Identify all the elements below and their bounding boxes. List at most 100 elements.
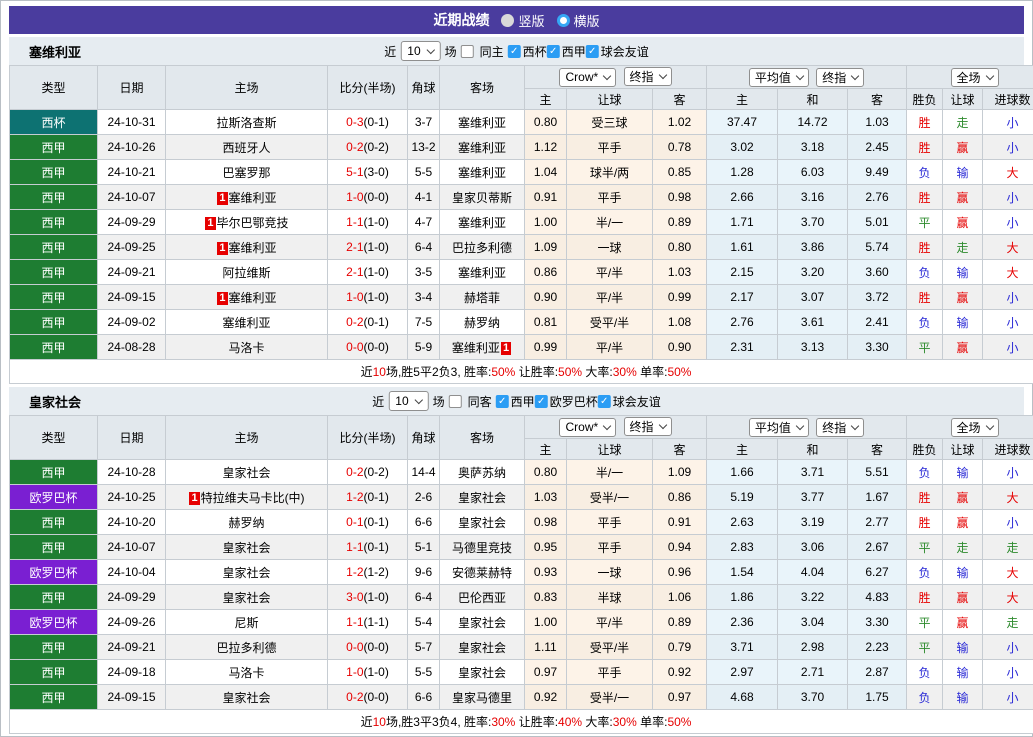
ah-line-cell: 半/一 xyxy=(566,459,653,485)
eu-home-odds-cell: 1.28 xyxy=(706,159,779,185)
away-team-link[interactable]: 巴伦西亚 xyxy=(458,591,506,605)
home-team-link[interactable]: 塞维利亚 xyxy=(222,316,270,330)
odds-time-select[interactable]: 终指 xyxy=(623,417,672,437)
home-team-link[interactable]: 西班牙人 xyxy=(222,141,270,155)
home-team-link[interactable]: 赫罗纳 xyxy=(228,516,264,530)
away-team-cell: 皇家贝蒂斯 xyxy=(439,184,525,210)
same-venue-checkbox[interactable] xyxy=(448,394,462,408)
away-team-link[interactable]: 皇家社会 xyxy=(458,516,506,530)
home-team-link[interactable]: 皇家社会 xyxy=(222,591,270,605)
away-team-link[interactable]: 奥萨苏纳 xyxy=(458,466,506,480)
away-team-link[interactable]: 皇家社会 xyxy=(458,491,506,505)
home-team-link[interactable]: 塞维利亚 xyxy=(229,191,277,205)
avg-source-select[interactable]: 平均值 xyxy=(748,417,809,437)
ah-home-odds-cell: 1.00 xyxy=(524,209,567,235)
home-team-link[interactable]: 皇家社会 xyxy=(222,466,270,480)
summary-segment: 场,胜3平3负4, 胜率: xyxy=(385,715,492,729)
away-team-link[interactable]: 塞维利亚 xyxy=(458,266,506,280)
col-date: 日期 xyxy=(97,415,166,460)
away-team-link[interactable]: 安德莱赫特 xyxy=(452,566,512,580)
badge-icon: 1 xyxy=(217,191,228,205)
scope-select[interactable]: 全场 xyxy=(950,417,999,437)
result-handicap-cell: 输 xyxy=(942,634,984,660)
away-team-link[interactable]: 塞维利亚 xyxy=(458,216,506,230)
league-filter[interactable]: ✓ 球会友谊 xyxy=(585,43,649,60)
scope-select[interactable]: 全场 xyxy=(950,67,999,87)
league-filter[interactable]: ✓ 西甲 xyxy=(546,43,586,60)
eu-home-odds-cell: 1.66 xyxy=(706,459,779,485)
radio-icon[interactable] xyxy=(501,13,515,27)
away-team-link[interactable]: 赫罗纳 xyxy=(464,316,500,330)
league-checkbox[interactable]: ✓ xyxy=(534,394,548,408)
home-team-link[interactable]: 特拉维夫马卡比(中) xyxy=(201,491,305,505)
result-goals-cell: 大 xyxy=(982,584,1033,610)
away-team-link[interactable]: 塞维利亚 xyxy=(458,166,506,180)
result-wdl-cell: 胜 xyxy=(906,284,944,310)
avg-time-select[interactable]: 终指 xyxy=(816,67,865,87)
result-wdl-cell: 胜 xyxy=(906,184,944,210)
away-team-link[interactable]: 塞维利亚 xyxy=(458,116,506,130)
layout-radio-vertical[interactable]: 竖版 xyxy=(501,11,545,30)
layout-radio-horizontal[interactable]: 横版 xyxy=(556,11,600,30)
same-venue-checkbox[interactable] xyxy=(460,44,474,58)
away-team-link[interactable]: 皇家社会 xyxy=(458,666,506,680)
halftime-score: (1-0) xyxy=(363,265,389,279)
home-team-link[interactable]: 阿拉维斯 xyxy=(222,266,270,280)
radio-icon[interactable] xyxy=(556,13,570,27)
home-team-link[interactable]: 马洛卡 xyxy=(228,341,264,355)
ah-line-cell: 平手 xyxy=(566,134,653,160)
away-team-link[interactable]: 皇家社会 xyxy=(458,641,506,655)
ah-line-cell: 受半/一 xyxy=(566,684,653,710)
home-team-link[interactable]: 马洛卡 xyxy=(228,666,264,680)
odds-source-select[interactable]: Crow* xyxy=(559,67,617,87)
league-filter[interactable]: ✓ 西杯 xyxy=(507,43,547,60)
league-checkbox[interactable]: ✓ xyxy=(495,394,509,408)
home-team-link[interactable]: 尼斯 xyxy=(234,616,258,630)
league-checkbox[interactable]: ✓ xyxy=(597,394,611,408)
away-team-link[interactable]: 巴拉多利德 xyxy=(452,241,512,255)
score-cell: 2-1(1-0) xyxy=(327,234,408,260)
avg-time-select[interactable]: 终指 xyxy=(816,417,865,437)
recent-count-select[interactable]: 10 xyxy=(388,391,429,411)
result-handicap-cell: 走 xyxy=(942,234,984,260)
score-cell: 0-2(0-1) xyxy=(327,309,408,335)
away-team-link[interactable]: 皇家贝蒂斯 xyxy=(452,191,512,205)
league-filter[interactable]: ✓ 球会友谊 xyxy=(597,393,661,410)
league-filter[interactable]: ✓ 欧罗巴杯 xyxy=(534,393,598,410)
home-team-link[interactable]: 皇家社会 xyxy=(222,691,270,705)
home-team-link[interactable]: 皇家社会 xyxy=(222,566,270,580)
away-team-link[interactable]: 塞维利亚 xyxy=(452,341,500,355)
league-checkbox[interactable]: ✓ xyxy=(546,44,560,58)
odds-time-select[interactable]: 终指 xyxy=(623,67,672,87)
col-score: 比分(半场) xyxy=(327,65,408,110)
away-team-link[interactable]: 皇家社会 xyxy=(458,616,506,630)
eu-home-odds-cell: 2.31 xyxy=(706,334,779,360)
recent-count-select[interactable]: 10 xyxy=(400,41,441,61)
home-team-link[interactable]: 巴拉多利德 xyxy=(216,641,276,655)
halftime-score: (1-2) xyxy=(363,565,389,579)
eu-away-odds-cell: 3.72 xyxy=(847,284,908,310)
corner-cell: 6-6 xyxy=(407,684,440,710)
ah-line-cell: 平手 xyxy=(566,184,653,210)
ah-line-cell: 一球 xyxy=(566,234,653,260)
league-checkbox[interactable]: ✓ xyxy=(585,44,599,58)
result-wdl-cell: 胜 xyxy=(906,109,944,135)
eu-home-odds-cell: 1.86 xyxy=(706,584,779,610)
home-team-link[interactable]: 塞维利亚 xyxy=(229,241,277,255)
home-team-link[interactable]: 拉斯洛查斯 xyxy=(216,116,276,130)
away-team-link[interactable]: 马德里竞技 xyxy=(452,541,512,555)
league-checkbox[interactable]: ✓ xyxy=(507,44,521,58)
home-team-link[interactable]: 巴塞罗那 xyxy=(222,166,270,180)
avg-source-select[interactable]: 平均值 xyxy=(748,67,809,87)
away-team-link[interactable]: 赫塔菲 xyxy=(464,291,500,305)
eu-home-odds-cell: 2.76 xyxy=(706,309,779,335)
col-away: 客场 xyxy=(439,65,525,110)
home-team-link[interactable]: 塞维利亚 xyxy=(229,291,277,305)
league-filter[interactable]: ✓ 西甲 xyxy=(495,393,535,410)
odds-source-select[interactable]: Crow* xyxy=(559,417,617,437)
away-team-link[interactable]: 皇家马德里 xyxy=(452,691,512,705)
chevron-down-icon xyxy=(602,71,612,80)
away-team-link[interactable]: 塞维利亚 xyxy=(458,141,506,155)
home-team-link[interactable]: 皇家社会 xyxy=(222,541,270,555)
home-team-link[interactable]: 毕尔巴鄂竞技 xyxy=(217,216,289,230)
